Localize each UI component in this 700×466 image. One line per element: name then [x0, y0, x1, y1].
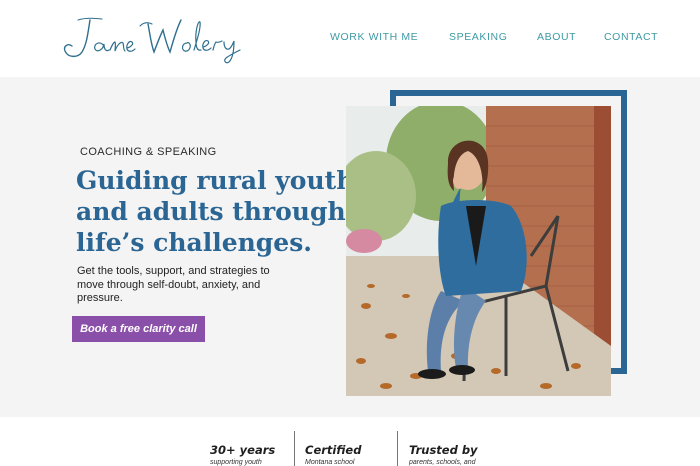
hero-eyebrow: COACHING & SPEAKING [80, 146, 217, 158]
nav-about[interactable]: ABOUT [537, 31, 576, 43]
stat-subtitle: parents, schools, and [409, 459, 476, 466]
stat-divider [397, 431, 398, 466]
site-header: WORK WITH ME SPEAKING ABOUT CONTACT [0, 0, 700, 77]
stat-divider [294, 431, 295, 466]
stat-subtitle: Montana school [305, 459, 355, 466]
stat-trusted: Trusted by parents, schools, and [409, 443, 478, 466]
stat-title: 30+ years [210, 443, 276, 457]
stat-certified: Certified Montana school [305, 443, 361, 466]
book-clarity-call-button[interactable]: Book a free clarity call [72, 316, 205, 342]
headline-line-1: Guiding rural youth [76, 166, 355, 195]
stat-years: 30+ years supporting youth [210, 443, 275, 466]
logo-script-mark [63, 17, 241, 64]
hero-subtext: Get the tools, support, and strategies t… [77, 265, 270, 304]
headline-line-2: and adults through [76, 197, 346, 226]
photo-woman-on-bench [346, 106, 611, 396]
stat-title: Trusted by [409, 443, 478, 457]
nav-speaking[interactable]: SPEAKING [449, 31, 507, 43]
hero-section: COACHING & SPEAKING Guiding rural youth … [0, 77, 700, 417]
stat-title: Certified [305, 443, 362, 457]
headline-line-3: life’s challenges. [76, 228, 312, 257]
nav-contact[interactable]: CONTACT [604, 31, 658, 43]
stats-strip: 30+ years supporting youth Certified Mon… [0, 417, 700, 466]
hero-photo [346, 106, 611, 396]
site-logo[interactable] [60, 10, 250, 66]
hero-headline: Guiding rural youth and adults through l… [76, 165, 355, 258]
nav-work-with-me[interactable]: WORK WITH ME [330, 31, 418, 43]
stat-subtitle: supporting youth [210, 459, 262, 466]
